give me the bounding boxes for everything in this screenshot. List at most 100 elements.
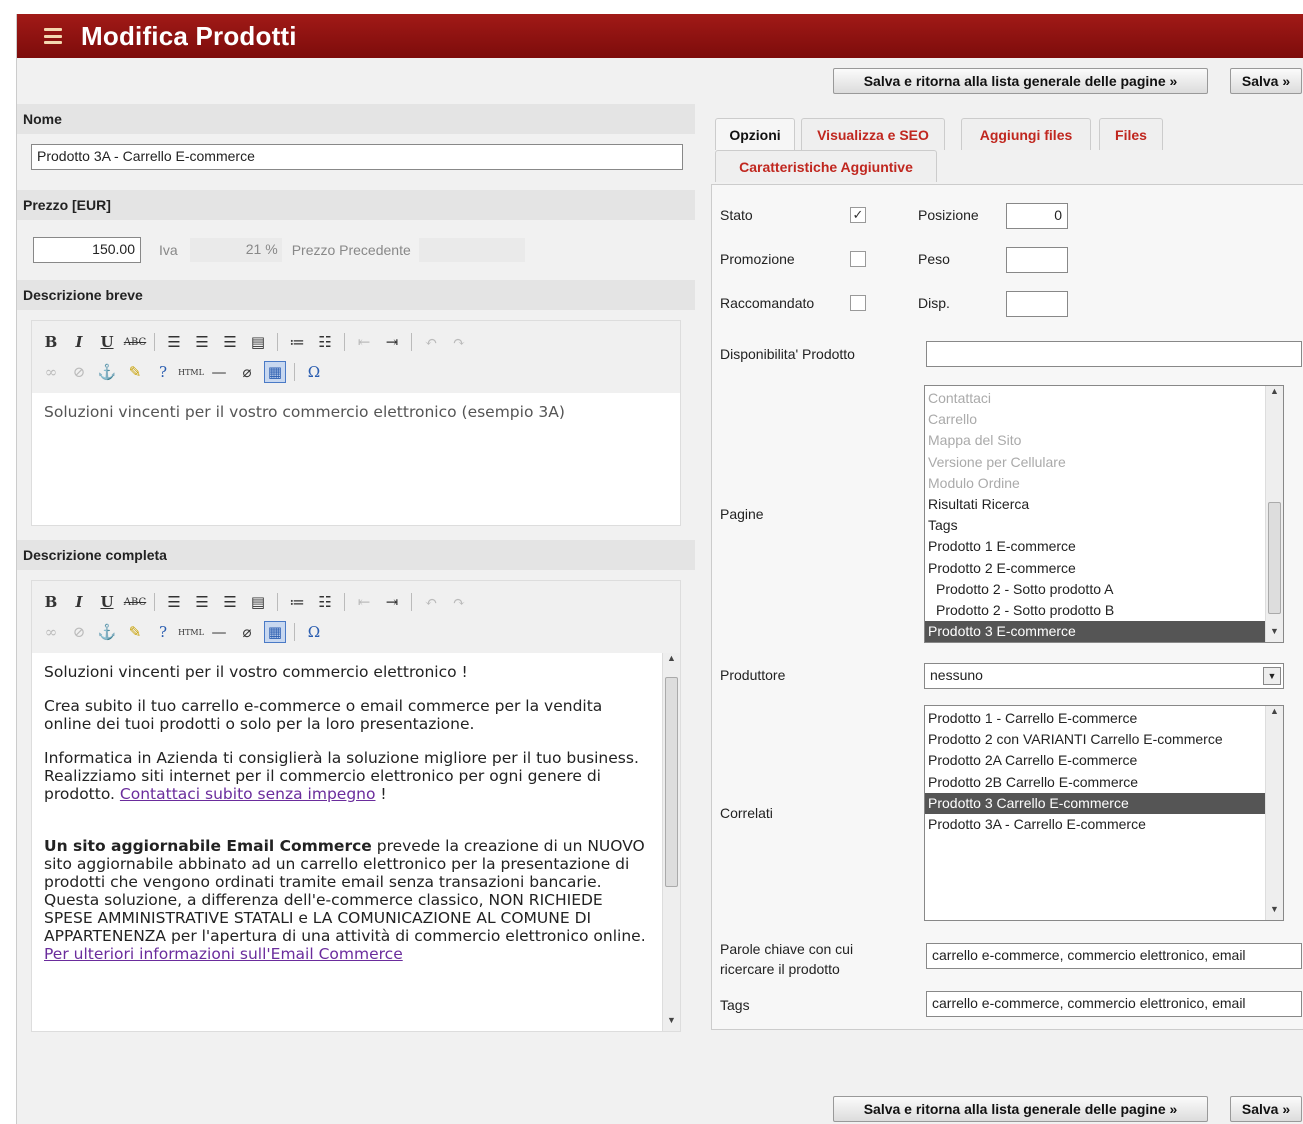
pagine-option[interactable]: Prodotto 2 - Sotto prodotto A — [925, 579, 1265, 600]
pagine-option[interactable]: Carrello — [925, 409, 1265, 430]
tab-files[interactable]: Files — [1099, 118, 1163, 150]
outdent-icon[interactable]: ⇤ — [353, 591, 375, 613]
correlati-listbox[interactable]: Prodotto 1 - Carrello E-commerce Prodotto… — [924, 705, 1284, 921]
tab-visualizza-seo[interactable]: Visualizza e SEO — [801, 118, 945, 150]
align-right-icon[interactable]: ☰ — [219, 591, 241, 613]
parole-chiave-input[interactable]: carrello e-commerce, commercio elettroni… — [926, 943, 1302, 969]
correlati-option[interactable]: Prodotto 2A Carrello E-commerce — [925, 750, 1265, 771]
page-header: Modifica Prodotti — [17, 14, 1303, 58]
remove-format-icon[interactable]: ⌀ — [236, 621, 258, 643]
italic-icon[interactable]: I — [68, 591, 90, 613]
correlati-option[interactable]: Prodotto 3A - Carrello E-commerce — [925, 814, 1265, 835]
visual-aid-icon[interactable]: ▦ — [264, 361, 286, 383]
unlink-icon[interactable]: ⊘ — [68, 361, 90, 383]
promozione-checkbox[interactable] — [850, 251, 866, 267]
pagine-option[interactable]: Versione per Cellulare — [925, 452, 1265, 473]
special-char-icon[interactable]: Ω — [303, 361, 325, 383]
align-justify-icon[interactable]: ▤ — [247, 591, 269, 613]
save-button-top[interactable]: Salva » — [1230, 68, 1302, 94]
indent-icon[interactable]: ⇥ — [381, 591, 403, 613]
anchor-icon[interactable]: ⚓ — [96, 621, 118, 643]
produttore-select[interactable]: nessuno ▼ — [924, 663, 1284, 689]
html-icon[interactable]: HTML — [178, 621, 204, 643]
save-return-button-top[interactable]: Salva e ritorna alla lista generale dell… — [833, 68, 1208, 94]
redo-icon[interactable]: ↷ — [448, 591, 470, 613]
raccomandato-checkbox[interactable] — [850, 295, 866, 311]
outdent-icon[interactable]: ⇤ — [353, 331, 375, 353]
pagine-option[interactable]: Risultati Ricerca — [925, 494, 1265, 515]
correlati-option[interactable]: Prodotto 2 con VARIANTI Carrello E-comme… — [925, 729, 1265, 750]
tab-aggiungi-files[interactable]: Aggiungi files — [961, 118, 1091, 150]
link-icon[interactable]: ∞ — [40, 621, 62, 643]
chevron-down-icon[interactable]: ▼ — [1263, 667, 1281, 685]
price-input[interactable]: 150.00 — [33, 237, 141, 263]
disp-input[interactable] — [1006, 291, 1068, 317]
pagine-scrollbar[interactable]: ▲ ▼ — [1265, 386, 1283, 642]
link-icon[interactable]: ∞ — [40, 361, 62, 383]
pagine-option[interactable]: Tags — [925, 515, 1265, 536]
peso-input[interactable] — [1006, 247, 1068, 273]
pagine-option[interactable]: Prodotto 2 - Sotto prodotto B — [925, 600, 1265, 621]
save-button-bottom[interactable]: Salva » — [1230, 1096, 1302, 1122]
html-icon[interactable]: HTML — [178, 361, 204, 383]
remove-format-icon[interactable]: ⌀ — [236, 361, 258, 383]
correlati-scrollbar[interactable]: ▲ ▼ — [1265, 706, 1283, 920]
anchor-icon[interactable]: ⚓ — [96, 361, 118, 383]
align-right-icon[interactable]: ☰ — [219, 331, 241, 353]
horizontal-rule-icon[interactable]: — — [208, 621, 230, 643]
underline-icon[interactable]: U — [96, 331, 118, 353]
pagine-option[interactable]: Modulo Ordine — [925, 473, 1265, 494]
indent-icon[interactable]: ⇥ — [381, 331, 403, 353]
align-center-icon[interactable]: ☰ — [191, 591, 213, 613]
help-icon[interactable]: ? — [152, 361, 174, 383]
desc-completa-scrollbar[interactable]: ▲ ▼ — [662, 653, 680, 1031]
contact-link[interactable]: Contattaci subito senza impegno — [120, 785, 376, 803]
pagine-listbox[interactable]: Contattaci Carrello Mappa del Sito Versione… — [924, 385, 1284, 643]
cleanup-icon[interactable]: ✎ — [124, 361, 146, 383]
tab-opzioni[interactable]: Opzioni — [715, 118, 795, 150]
pagine-option[interactable]: Prodotto 2 E-commerce — [925, 558, 1265, 579]
correlati-option[interactable]: Prodotto 3 Carrello E-commerce — [925, 792, 1265, 814]
correlati-option[interactable]: Prodotto 1 - Carrello E-commerce — [925, 708, 1265, 729]
align-left-icon[interactable]: ☰ — [163, 591, 185, 613]
help-icon[interactable]: ? — [152, 621, 174, 643]
underline-icon[interactable]: U — [96, 591, 118, 613]
cleanup-icon[interactable]: ✎ — [124, 621, 146, 643]
posizione-input[interactable]: 0 — [1006, 203, 1068, 229]
horizontal-rule-icon[interactable]: — — [208, 361, 230, 383]
desc-completa-content[interactable]: Soluzioni vincenti per il vostro commerc… — [32, 653, 680, 1031]
pagine-option[interactable]: Prodotto 3 E-commerce — [925, 621, 1265, 642]
correlati-option[interactable]: Prodotto 2B Carrello E-commerce — [925, 772, 1265, 793]
bold-icon[interactable]: B — [40, 331, 62, 353]
disponibilita-input[interactable] — [926, 341, 1302, 367]
undo-icon[interactable]: ↶ — [420, 331, 442, 353]
number-list-icon[interactable]: ☷ — [314, 591, 336, 613]
bullet-list-icon[interactable]: ≔ — [286, 591, 308, 613]
save-return-button-bottom[interactable]: Salva e ritorna alla lista generale dell… — [833, 1096, 1208, 1122]
strikethrough-icon[interactable]: ABC — [124, 331, 146, 353]
bold-icon[interactable]: B — [40, 591, 62, 613]
tags-input[interactable]: carrello e-commerce, commercio elettroni… — [926, 991, 1302, 1017]
iva-field: 21 % — [189, 238, 282, 262]
pagine-option[interactable]: Prodotto 1 E-commerce — [925, 536, 1265, 557]
align-left-icon[interactable]: ☰ — [163, 331, 185, 353]
strikethrough-icon[interactable]: ABC — [124, 591, 146, 613]
tab-caratteristiche[interactable]: Caratteristiche Aggiuntive — [715, 150, 937, 182]
pagine-option[interactable]: Mappa del Sito — [925, 430, 1265, 451]
pagine-option[interactable]: Contattaci — [925, 388, 1265, 409]
nome-input[interactable]: Prodotto 3A - Carrello E-commerce — [31, 144, 683, 170]
visual-aid-icon[interactable]: ▦ — [264, 621, 286, 643]
parole-chiave-label: Parole chiave con cui ricercare il prodo… — [720, 941, 854, 977]
email-commerce-link[interactable]: Per ulteriori informazioni sull'Email Co… — [44, 945, 403, 963]
desc-breve-content[interactable]: Soluzioni vincenti per il vostro commerc… — [32, 393, 680, 431]
bullet-list-icon[interactable]: ≔ — [286, 331, 308, 353]
number-list-icon[interactable]: ☷ — [314, 331, 336, 353]
italic-icon[interactable]: I — [68, 331, 90, 353]
redo-icon[interactable]: ↷ — [448, 331, 470, 353]
unlink-icon[interactable]: ⊘ — [68, 621, 90, 643]
stato-checkbox[interactable]: ✓ — [850, 207, 866, 223]
align-center-icon[interactable]: ☰ — [191, 331, 213, 353]
align-justify-icon[interactable]: ▤ — [247, 331, 269, 353]
undo-icon[interactable]: ↶ — [420, 591, 442, 613]
special-char-icon[interactable]: Ω — [303, 621, 325, 643]
